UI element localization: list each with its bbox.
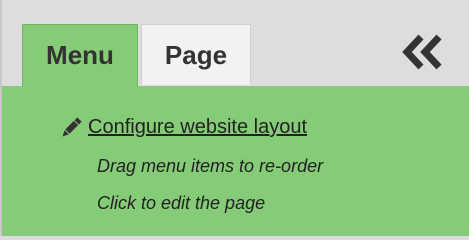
drag-hint-text: Drag menu items to re-order [97,156,324,176]
configure-layout-label: Configure website layout [88,116,308,138]
tab-bar: Menu Page [2,0,469,86]
double-chevron-left-icon [402,34,442,70]
tab-menu-label: Menu [46,40,114,70]
menu-tab-content: Configure website layout Drag menu items… [2,86,469,236]
pencil-icon [62,116,82,136]
tab-page[interactable]: Page [141,24,251,85]
configure-layout-link[interactable]: Configure website layout [60,116,307,139]
click-hint-text: Click to edit the page [97,193,266,213]
editor-panel: Menu Page Configure website layout Drag … [0,0,469,236]
tab-page-label: Page [164,39,228,70]
tab-menu[interactable]: Menu [22,24,138,86]
collapse-panel-button[interactable] [401,34,445,70]
